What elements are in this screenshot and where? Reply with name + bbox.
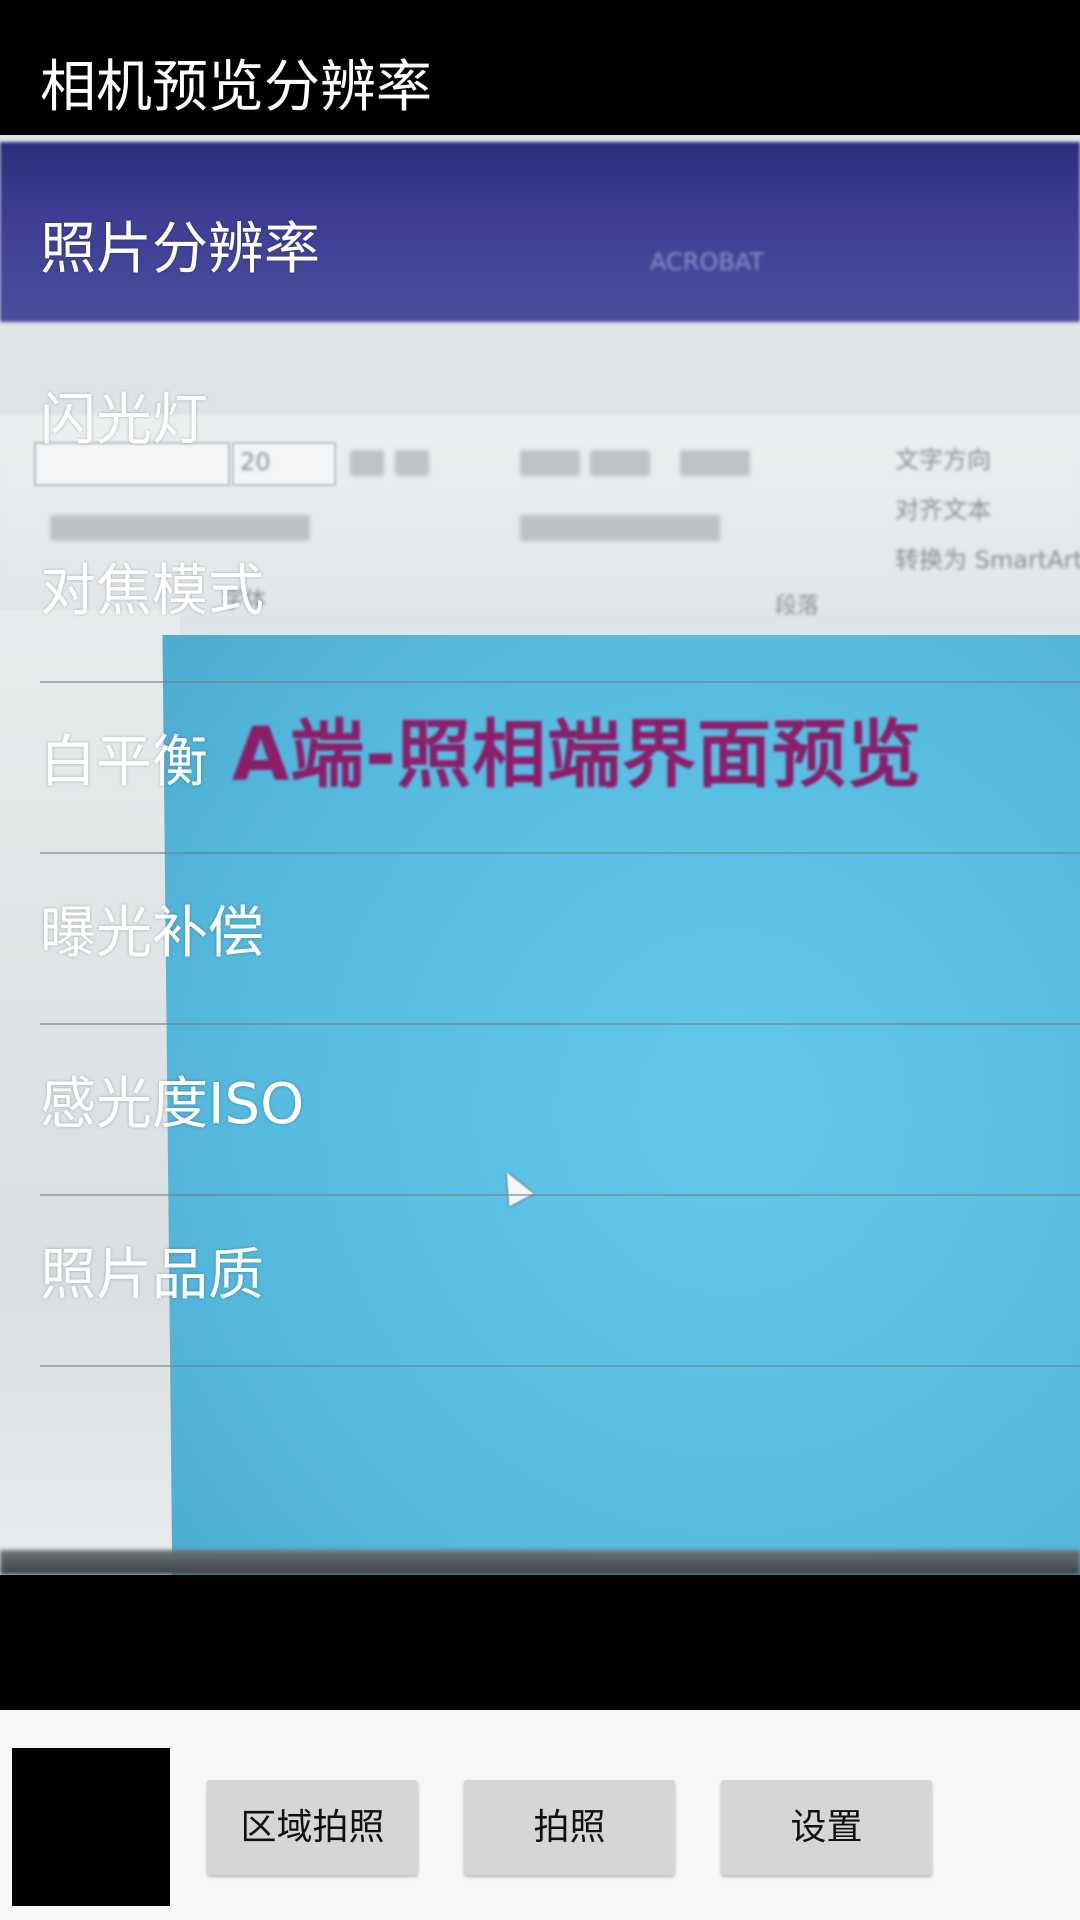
menu-item-photo-resolution[interactable]: 照片分辨率 (40, 170, 1080, 341)
menu-item-label: 闪光灯 (40, 388, 208, 453)
page-title[interactable]: 相机预览分辨率 (40, 48, 432, 128)
menu-item-iso[interactable]: 感光度ISO (40, 1025, 1080, 1196)
menu-item-label: 白平衡 (40, 730, 208, 795)
menu-item-label: 照片分辨率 (40, 217, 320, 282)
menu-item-photo-quality[interactable]: 照片品质 (40, 1196, 1080, 1367)
preview-letterbox (0, 1575, 1080, 1710)
menu-item-white-balance[interactable]: 白平衡 (40, 683, 1080, 854)
preview-monitor-bezel (0, 1550, 1080, 1575)
settings-button[interactable]: 设置 (721, 1780, 932, 1875)
menu-item-label: 照片品质 (40, 1243, 264, 1308)
bottom-toolbar: 区域拍照 拍照 设置 (0, 1710, 1080, 1920)
menu-item-label: 对焦模式 (40, 559, 264, 624)
menu-item-flash[interactable]: 闪光灯 (40, 341, 1080, 512)
capture-button[interactable]: 拍照 (464, 1780, 675, 1875)
menu-item-exposure-compensation[interactable]: 曝光补偿 (40, 854, 1080, 1025)
camera-screen: ACROBAT 20 文字方向 对齐文本 转换为 SmartArt 字体 段落 … (0, 0, 1080, 1920)
last-photo-thumbnail[interactable] (12, 1748, 170, 1906)
settings-menu: 照片分辨率 闪光灯 对焦模式 白平衡 曝光补偿 感光度ISO 照片品质 (40, 170, 1080, 1367)
menu-item-focus-mode[interactable]: 对焦模式 (40, 512, 1080, 683)
menu-item-label: 曝光补偿 (40, 901, 264, 966)
menu-item-label: 感光度ISO (40, 1072, 305, 1137)
title-bar: 相机预览分辨率 (0, 0, 1080, 135)
area-capture-button[interactable]: 区域拍照 (207, 1780, 418, 1875)
